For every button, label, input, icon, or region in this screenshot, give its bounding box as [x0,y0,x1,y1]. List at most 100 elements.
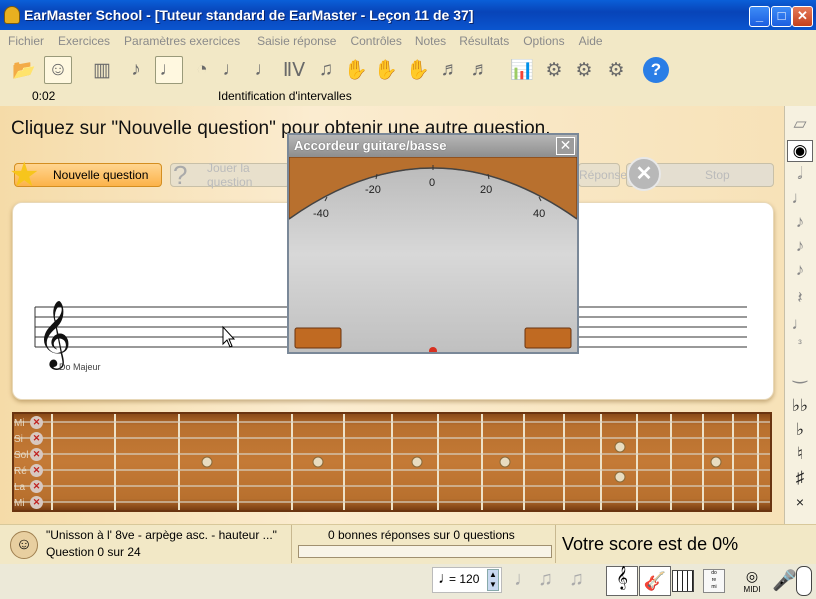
tutor-avatar: ☺ [10,531,38,559]
tuner-scale-label: -40 [313,208,329,220]
metronome-note-icon[interactable]: ♩ [514,568,534,591]
menu-options[interactable]: Options [523,34,564,48]
piano-view-icon[interactable] [672,570,694,592]
rhythm-tap-icon[interactable]: ✋ [372,56,400,84]
tuner-scale-label: 40 [533,208,545,220]
app-icon [4,6,20,24]
maximize-button[interactable]: □ [771,6,792,27]
treble-clef-icon: 𝄞 [37,299,71,370]
tuner-dialog: Accordeur guitare/basse ✕ -40 -20 0 20 4… [287,133,579,354]
guitar-view-icon[interactable]: 🎸 [639,566,671,596]
sixteenth-note-icon[interactable]: ♪ [787,236,813,258]
play-question-icon: ? [173,160,188,190]
interval-asc-icon[interactable]: ♪ [122,56,150,84]
midi-icon[interactable]: ◎ MIDI [740,568,764,594]
new-question-button[interactable]: ★ Nouvelle question [9,156,162,194]
tuner-scale-label: 20 [480,184,492,196]
exercise-name: Identification d'intervalles [218,89,352,103]
keyboard-input-icon[interactable]: ▥ [88,56,116,84]
star-icon: ★ [9,156,40,194]
settings-icon[interactable]: ⚙ [570,56,598,84]
stop-icon: ✕ [627,157,661,191]
key-label: Do Majeur [59,362,101,372]
statistics-icon[interactable]: 📊 [508,56,536,84]
help-icon[interactable]: ? [643,57,669,83]
stop-button[interactable]: ✕ Stop [626,157,774,191]
dotted-note-icon[interactable]: ♩ [787,314,813,336]
menu-parametres[interactable]: Paramètres exercices [124,34,240,48]
menu-resultats[interactable]: Résultats [459,34,509,48]
divider [291,525,292,563]
lesson-description: "Unisson à l' 8ve - arpège asc. - hauteu… [46,528,277,542]
solfege-view-icon[interactable]: do re mi [703,569,725,593]
play-notes-icon[interactable]: ♫ [538,568,553,591]
flat-icon[interactable]: ♭ [787,420,813,442]
ear-icon[interactable]: ◔ [188,56,216,84]
rhythm-dictation-icon[interactable]: ✋ [404,56,432,84]
progress-bar [298,545,552,558]
eye-icon[interactable]: ◉ [787,140,813,162]
double-flat-icon[interactable]: ♭♭ [787,396,813,418]
eraser-icon[interactable]: ▱ [787,114,813,136]
stop-label: Stop [705,168,730,182]
double-sharp-icon[interactable]: × [787,494,813,516]
half-note-icon[interactable]: 𝅗𝅥 [787,164,813,186]
divider [555,525,556,563]
open-icon[interactable]: 📂 [10,56,38,84]
volume-icon[interactable] [796,566,812,596]
mute-string-icon[interactable]: ✕ [30,432,43,445]
melody-icon[interactable]: ♬ [466,56,494,84]
cursor-icon [222,325,236,348]
minimize-button[interactable]: _ [749,6,770,27]
sight-sing-icon[interactable]: ♬ [436,56,464,84]
title-bar: EarMaster School - [Tuteur standard de E… [0,0,816,30]
toolbar: 📂 ☺ ▥ ♪ ♩ ◔ ♩ ♩ ⅡⅤ ♫ ✋ ✋ ✋ ♬ ♬ 📊 ⚙ ⚙ ⚙ ? [0,52,816,88]
mute-string-icon[interactable]: ✕ [30,448,43,461]
menu-aide[interactable]: Aide [579,34,603,48]
mute-string-icon[interactable]: ✕ [30,496,43,509]
mute-string-icon[interactable]: ✕ [30,416,43,429]
rest-icon[interactable]: 𝄽 [787,288,813,310]
eighth-note-icon[interactable]: ♪ [787,212,813,234]
window-title: EarMaster School - [Tuteur standard de E… [24,7,474,23]
tuner-close-button[interactable]: ✕ [556,137,575,155]
tempo-spinner[interactable]: ▲ ▼ [487,569,499,591]
footer-bar: ♩ = 120 ▲ ▼ ♩ ♫ ♫ 𝄞 🎸 do re mi ◎ MIDI 🎤 [0,564,816,599]
natural-icon[interactable]: ♮ [787,444,813,466]
rhythm-clap-icon[interactable]: ✋ [342,56,370,84]
play-question-button[interactable]: ? Jouer la question [170,160,290,190]
close-button[interactable]: ✕ [792,6,813,27]
microphone-icon[interactable]: 🎤 [772,568,797,593]
chord-progression-icon[interactable]: ⅡⅤ [280,56,308,84]
answer-button[interactable]: Réponse [578,163,627,187]
new-question-label: Nouvelle question [53,168,149,182]
tie-icon[interactable]: ‿ [787,364,813,386]
menu-bar: Fichier Exercices Paramètres exercices S… [0,30,816,52]
correct-answers-text: 0 bonnes réponses sur 0 questions [328,528,515,542]
thirtysecond-note-icon[interactable]: ♪ [787,260,813,282]
menu-notes[interactable]: Notes [415,34,446,48]
answer-label: Réponse [579,168,628,182]
sharp-icon[interactable]: ♯ [787,468,813,490]
tempo-value: = 120 [449,572,480,586]
menu-saisie[interactable]: Saisie réponse [257,34,336,48]
tutor-face-icon[interactable]: ☺ [44,56,72,84]
mute-string-icon[interactable]: ✕ [30,480,43,493]
inversion-icon[interactable]: ♩ [250,56,278,84]
chord-icon[interactable]: ♩ [218,56,246,84]
lesson-icon[interactable]: ⚙ [540,56,568,84]
status-row: 0:02 Identification d'intervalles [0,88,816,106]
menu-controles[interactable]: Contrôles [350,34,401,48]
menu-exercices[interactable]: Exercices [58,34,110,48]
triplet-icon[interactable]: ³ [787,338,813,360]
interval-harmonic-icon[interactable]: ♩ [155,56,183,84]
results-bar: ☺ "Unisson à l' 8ve - arpège asc. - haut… [0,524,816,564]
gear-icon[interactable]: ⚙ [602,56,630,84]
mute-string-icon[interactable]: ✕ [30,464,43,477]
scale-icon[interactable]: ♫ [312,56,340,84]
menu-fichier[interactable]: Fichier [8,34,44,48]
play-chord-icon[interactable]: ♫ [569,568,584,591]
tuner-scale-label: 0 [429,177,435,189]
quarter-note-icon[interactable]: ♩ [787,188,813,210]
staff-view-icon[interactable]: 𝄞 [606,566,638,596]
